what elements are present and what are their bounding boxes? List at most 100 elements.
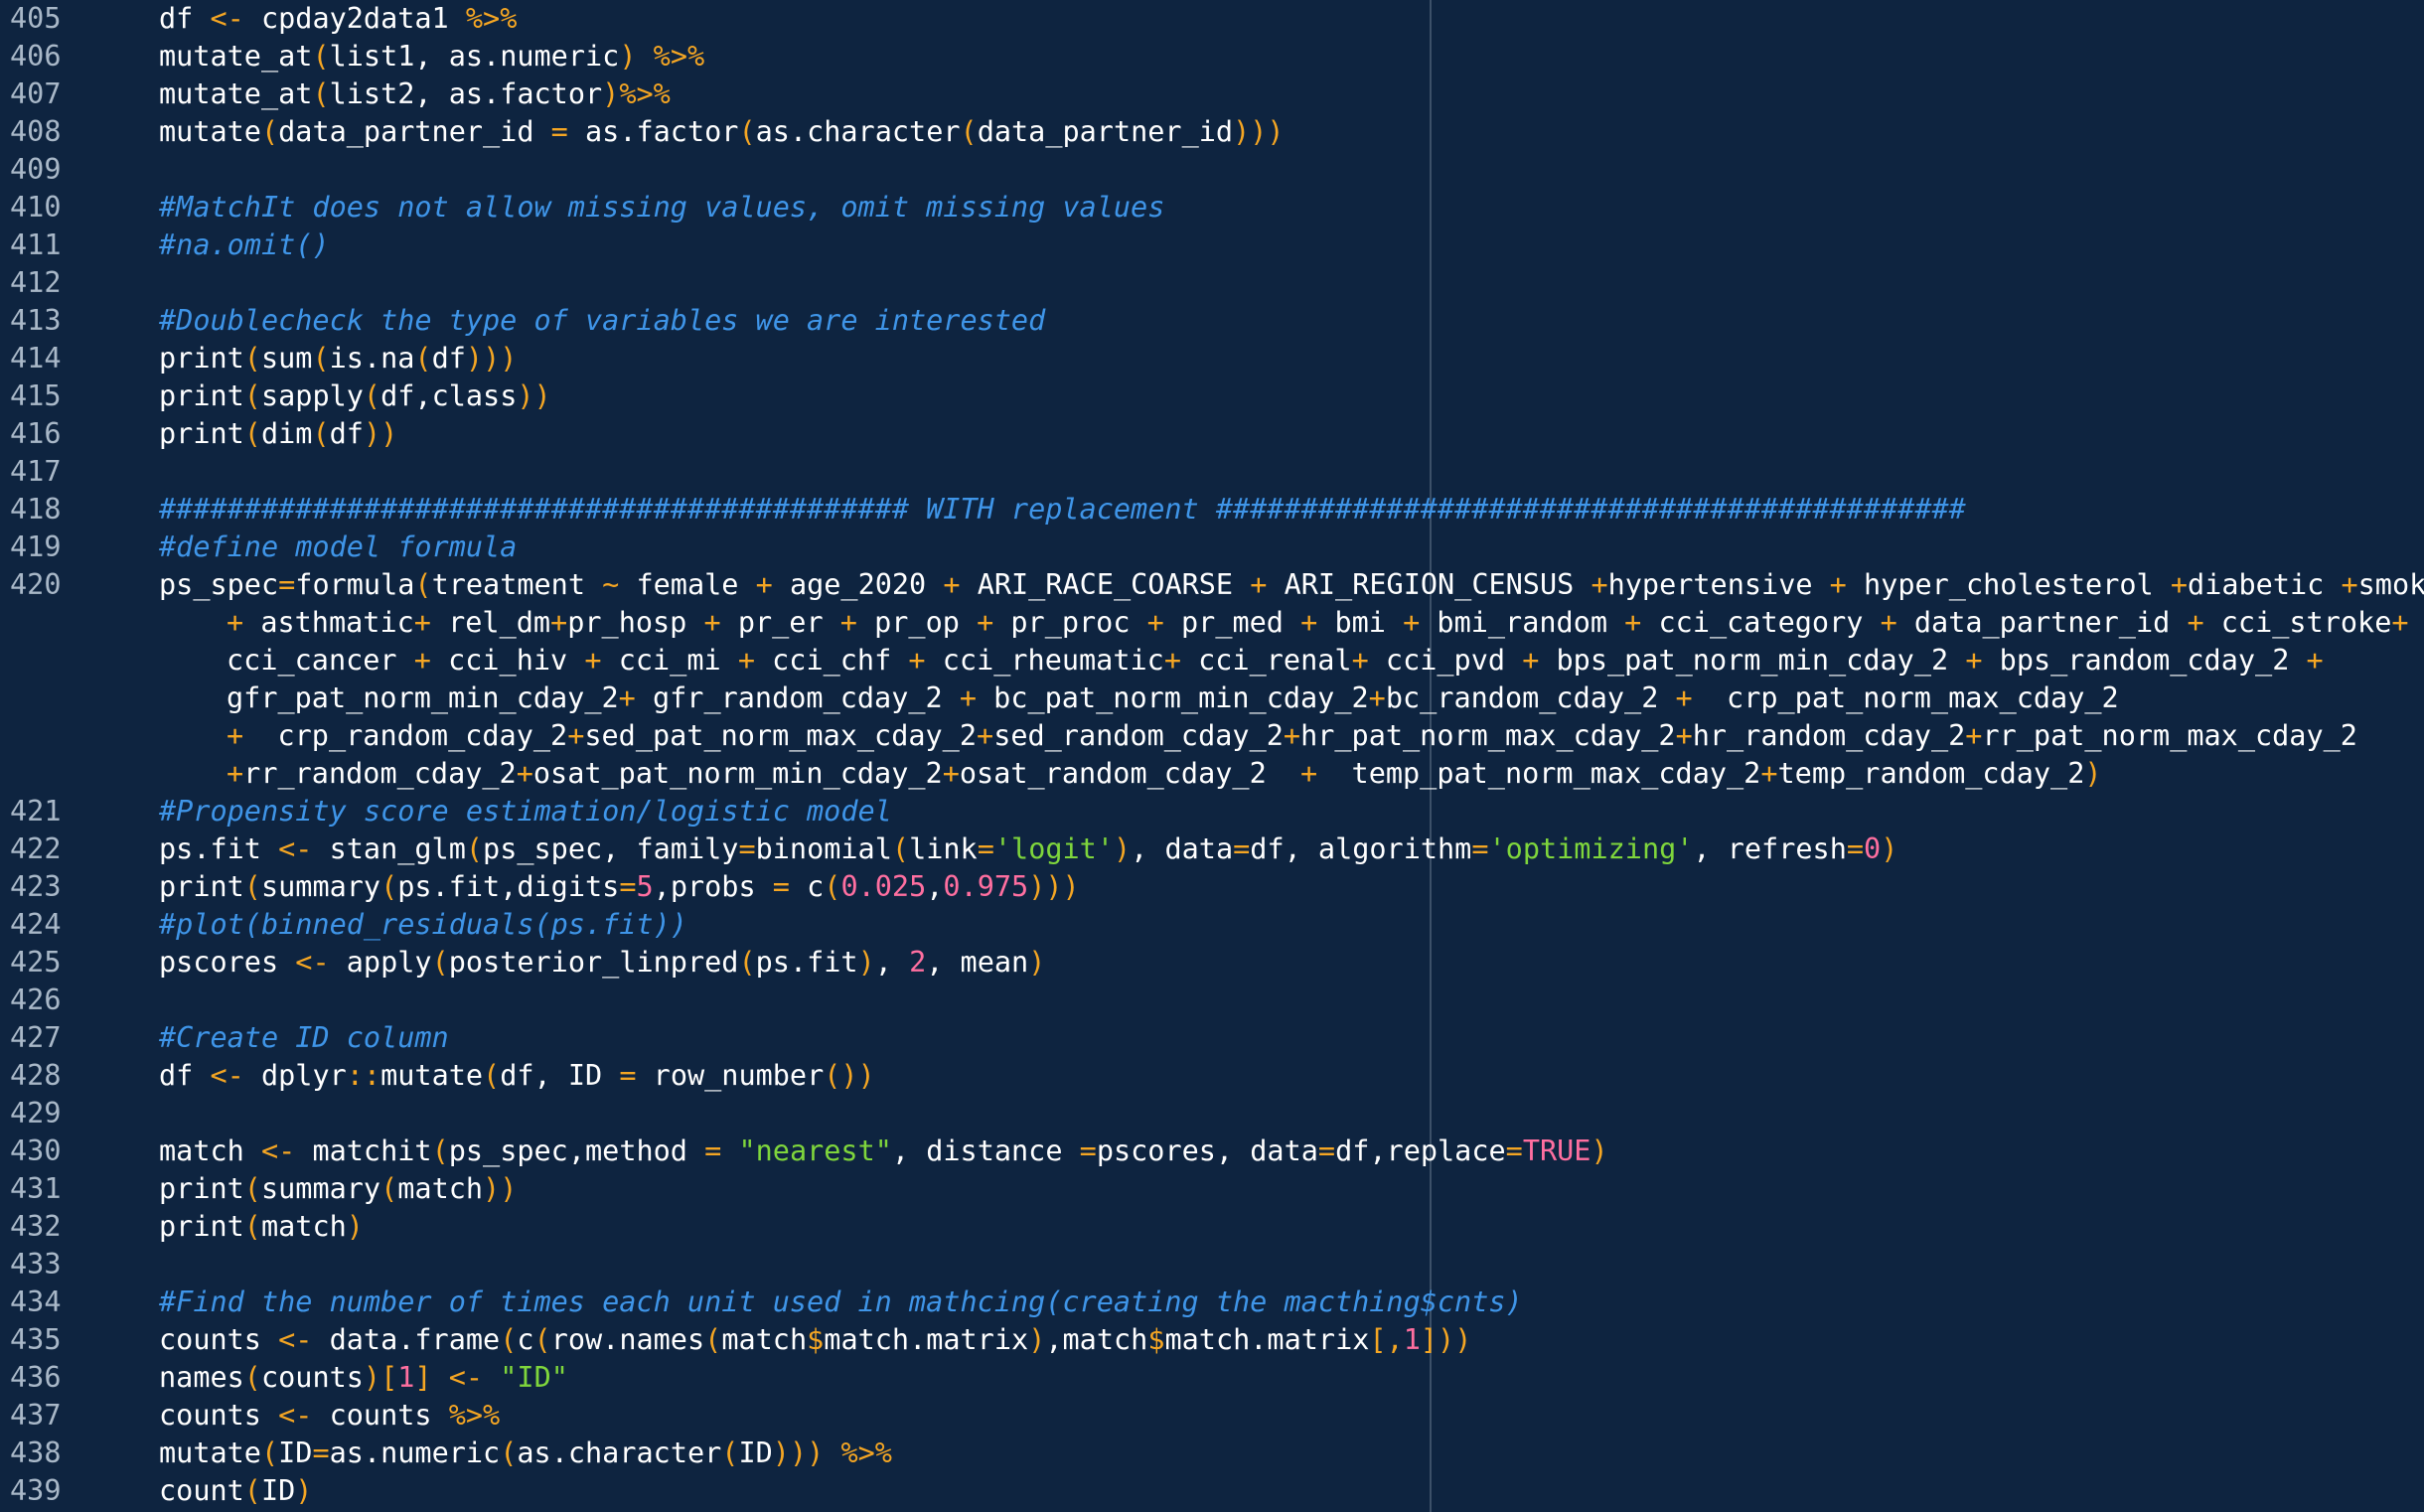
line-code[interactable] bbox=[159, 151, 2424, 189]
line-code[interactable]: gfr_pat_norm_min_cday_2+ gfr_random_cday… bbox=[159, 680, 2424, 717]
line-code[interactable]: mutate_at(list2, as.factor)%>% bbox=[159, 76, 2424, 113]
line-code[interactable]: cci_cancer + cci_hiv + cci_mi + cci_chf … bbox=[159, 642, 2424, 680]
code-line[interactable]: 417 bbox=[0, 453, 2424, 491]
line-code[interactable]: +rr_random_cday_2+osat_pat_norm_min_cday… bbox=[159, 755, 2424, 793]
line-code[interactable]: df <- cpday2data1 %>% bbox=[159, 0, 2424, 38]
line-number bbox=[0, 755, 159, 793]
line-code[interactable] bbox=[159, 982, 2424, 1019]
line-code[interactable]: #na.omit() bbox=[159, 227, 2424, 264]
line-number bbox=[0, 680, 159, 717]
line-code[interactable]: #Find the number of times each unit used… bbox=[159, 1284, 2424, 1321]
code-line[interactable]: 428 df <- dplyr::mutate(df, ID = row_numb… bbox=[0, 1057, 2424, 1095]
code-line[interactable]: 418 #####################################… bbox=[0, 491, 2424, 529]
code-line[interactable]: 437 counts <- counts %>% bbox=[0, 1397, 2424, 1435]
code-line[interactable]: 410 #MatchIt does not allow missing value… bbox=[0, 189, 2424, 227]
code-line[interactable]: 413 #Doublecheck the type of variables we… bbox=[0, 302, 2424, 340]
code-line[interactable]: 423 print(summary(ps.fit,digits=5,probs =… bbox=[0, 868, 2424, 906]
code-line[interactable]: 435 counts <- data.frame(c(row.names(matc… bbox=[0, 1321, 2424, 1359]
code-line[interactable]: 427 #Create ID column bbox=[0, 1019, 2424, 1057]
code-line[interactable]: 412 bbox=[0, 264, 2424, 302]
code-token: cci_rheumatic bbox=[925, 644, 1164, 677]
line-code[interactable]: + asthmatic+ rel_dm+pr_hosp + pr_er + pr… bbox=[159, 604, 2424, 642]
line-code[interactable]: mutate_at(list1, as.numeric) %>% bbox=[159, 38, 2424, 76]
line-code[interactable]: match <- matchit(ps_spec,method = "neare… bbox=[159, 1133, 2424, 1170]
code-line[interactable]: 432 print(match) bbox=[0, 1208, 2424, 1246]
code-token: ps.fit bbox=[159, 832, 279, 865]
code-line[interactable]: 436 names(counts)[1] <- "ID" bbox=[0, 1359, 2424, 1397]
code-line[interactable]: 438 mutate(ID=as.numeric(as.character(ID)… bbox=[0, 1435, 2424, 1472]
line-code[interactable] bbox=[159, 453, 2424, 491]
line-code[interactable]: #Propensity score estimation/logistic mo… bbox=[159, 793, 2424, 831]
line-code[interactable] bbox=[159, 1246, 2424, 1284]
line-code[interactable]: df <- dplyr::mutate(df, ID = row_number(… bbox=[159, 1057, 2424, 1095]
line-code[interactable]: ########################################… bbox=[159, 491, 2424, 529]
line-code[interactable]: pscores <- apply(posterior_linpred(ps.fi… bbox=[159, 944, 2424, 982]
line-number: 406 bbox=[10, 40, 62, 73]
code-line[interactable]: 414 print(sum(is.na(df))) bbox=[0, 340, 2424, 378]
line-code[interactable]: print(summary(match)) bbox=[159, 1170, 2424, 1208]
code-token: count bbox=[159, 1474, 244, 1507]
code-line[interactable]: 430 match <- matchit(ps_spec,method = "ne… bbox=[0, 1133, 2424, 1170]
code-line[interactable]: 408 mutate(data_partner_id = as.factor(as… bbox=[0, 113, 2424, 151]
line-code[interactable] bbox=[159, 1095, 2424, 1133]
line-code[interactable]: print(sapply(df,class)) bbox=[159, 378, 2424, 415]
line-code[interactable]: + crp_random_cday_2+sed_pat_norm_max_cda… bbox=[159, 717, 2424, 755]
code-line[interactable]: 419 #define model formula bbox=[0, 529, 2424, 566]
line-code[interactable]: #define model formula bbox=[159, 529, 2424, 566]
line-code[interactable]: names(counts)[1] <- "ID" bbox=[159, 1359, 2424, 1397]
line-code[interactable]: mutate(ID=as.numeric(as.character(ID))) … bbox=[159, 1435, 2424, 1472]
code-line[interactable]: gfr_pat_norm_min_cday_2+ gfr_random_cday… bbox=[0, 680, 2424, 717]
code-line[interactable]: cci_cancer + cci_hiv + cci_mi + cci_chf … bbox=[0, 642, 2424, 680]
code-line[interactable]: 424 #plot(binned_residuals(ps.fit)) bbox=[0, 906, 2424, 944]
code-token: = bbox=[619, 870, 637, 903]
code-token: , mean bbox=[926, 946, 1029, 979]
code-line[interactable]: 407 mutate_at(list2, as.factor)%>% bbox=[0, 76, 2424, 113]
code-token: mutate bbox=[159, 1436, 261, 1469]
code-token: pr_op bbox=[856, 606, 978, 639]
code-line[interactable]: 421 #Propensity score estimation/logistic… bbox=[0, 793, 2424, 831]
code-line[interactable]: 425 pscores <- apply(posterior_linpred(ps… bbox=[0, 944, 2424, 982]
code-line[interactable]: 416 print(dim(df)) bbox=[0, 415, 2424, 453]
line-code[interactable]: print(sum(is.na(df))) bbox=[159, 340, 2424, 378]
code-line[interactable]: 409 bbox=[0, 151, 2424, 189]
line-code[interactable]: #MatchIt does not allow missing values, … bbox=[159, 189, 2424, 227]
code-token: + bbox=[413, 644, 431, 677]
code-token: pr_hosp bbox=[567, 606, 704, 639]
code-token: <- bbox=[210, 2, 244, 35]
code-line[interactable]: 426 bbox=[0, 982, 2424, 1019]
line-code[interactable]: ps.fit <- stan_glm(ps_spec, family=binom… bbox=[159, 831, 2424, 868]
code-line[interactable]: 429 bbox=[0, 1095, 2424, 1133]
line-code[interactable]: mutate(data_partner_id = as.factor(as.ch… bbox=[159, 113, 2424, 151]
code-line[interactable]: + crp_random_cday_2+sed_pat_norm_max_cda… bbox=[0, 717, 2424, 755]
line-code[interactable]: ps_spec=formula(treatment ~ female + age… bbox=[159, 566, 2424, 604]
code-line[interactable]: 405 df <- cpday2data1 %>% bbox=[0, 0, 2424, 38]
line-code[interactable]: print(dim(df)) bbox=[159, 415, 2424, 453]
code-line[interactable]: 434 #Find the number of times each unit u… bbox=[0, 1284, 2424, 1321]
code-line[interactable]: 420 ps_spec=formula(treatment ~ female + … bbox=[0, 566, 2424, 604]
line-code[interactable]: print(summary(ps.fit,digits=5,probs = c(… bbox=[159, 868, 2424, 906]
line-code[interactable]: #plot(binned_residuals(ps.fit)) bbox=[159, 906, 2424, 944]
code-line[interactable]: 439 count(ID) bbox=[0, 1472, 2424, 1510]
code-token: cci_cancer bbox=[227, 644, 414, 677]
code-token: ps_spec,method bbox=[448, 1134, 705, 1167]
code-line[interactable]: 433 bbox=[0, 1246, 2424, 1284]
code-lines[interactable]: 405 df <- cpday2data1 %>% 406 mutate_at(lis… bbox=[0, 0, 2424, 1510]
line-code[interactable]: #Doublecheck the type of variables we ar… bbox=[159, 302, 2424, 340]
code-line[interactable]: 411 #na.omit() bbox=[0, 227, 2424, 264]
line-code[interactable]: print(match) bbox=[159, 1208, 2424, 1246]
line-code[interactable]: count(ID) bbox=[159, 1472, 2424, 1510]
line-code[interactable]: counts <- data.frame(c(row.names(match$m… bbox=[159, 1321, 2424, 1359]
line-number: 429 bbox=[10, 1097, 62, 1130]
line-code[interactable]: #Create ID column bbox=[159, 1019, 2424, 1057]
code-editor[interactable]: 405 df <- cpday2data1 %>% 406 mutate_at(lis… bbox=[0, 0, 2424, 1512]
code-line[interactable]: + asthmatic+ rel_dm+pr_hosp + pr_er + pr… bbox=[0, 604, 2424, 642]
code-line[interactable]: +rr_random_cday_2+osat_pat_norm_min_cday… bbox=[0, 755, 2424, 793]
line-code[interactable]: counts <- counts %>% bbox=[159, 1397, 2424, 1435]
code-line[interactable]: 431 print(summary(match)) bbox=[0, 1170, 2424, 1208]
code-token: ) bbox=[346, 1210, 364, 1243]
code-line[interactable]: 422 ps.fit <- stan_glm(ps_spec, family=bi… bbox=[0, 831, 2424, 868]
code-line[interactable]: 415 print(sapply(df,class)) bbox=[0, 378, 2424, 415]
code-line[interactable]: 406 mutate_at(list1, as.numeric) %>% bbox=[0, 38, 2424, 76]
line-code[interactable] bbox=[159, 264, 2424, 302]
